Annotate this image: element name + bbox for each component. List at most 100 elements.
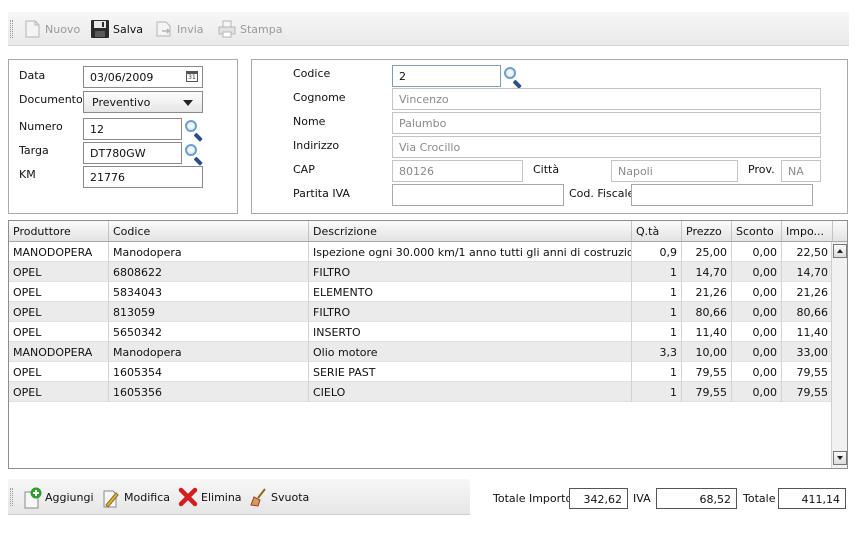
cell-description[interactable]: INSERTO: [309, 322, 632, 342]
grid-vertical-scrollbar[interactable]: [831, 242, 847, 468]
cell-description[interactable]: Ispezione ogni 30.000 km/1 anno tutti gl…: [309, 242, 632, 262]
plate-field[interactable]: DT780GW: [83, 142, 182, 164]
cell-producer[interactable]: MANODOPERA: [9, 342, 109, 362]
table-row[interactable]: OPEL 1605356 CIELO 1 79,55 0,00 79,55: [9, 382, 833, 402]
cell-description[interactable]: SERIE PAST: [309, 362, 632, 382]
cell-amount[interactable]: 22,50: [782, 242, 833, 262]
cell-amount[interactable]: 14,70: [782, 262, 833, 282]
cell-producer[interactable]: OPEL: [9, 282, 109, 302]
cell-price[interactable]: 10,00: [682, 342, 732, 362]
number-search-icon[interactable]: [184, 118, 204, 142]
prov-field[interactable]: NA: [781, 160, 821, 182]
table-row[interactable]: OPEL 6808622 FILTRO 1 14,70 0,00 14,70: [9, 262, 833, 282]
cell-description[interactable]: CIELO: [309, 382, 632, 402]
cell-code[interactable]: Manodopera: [109, 242, 309, 262]
name-field[interactable]: Palumbo: [392, 112, 821, 134]
document-type-select[interactable]: Preventivo: [83, 91, 203, 113]
address-field[interactable]: Via Crocillo: [392, 136, 821, 158]
edit-button[interactable]: Modifica: [101, 486, 170, 508]
cell-amount[interactable]: 79,55: [782, 382, 833, 402]
cell-amount[interactable]: 33,00: [782, 342, 833, 362]
table-row[interactable]: OPEL 5650342 INSERTO 1 11,40 0,00 11,40: [9, 322, 833, 342]
customer-code-field[interactable]: 2: [392, 65, 501, 87]
add-button[interactable]: Aggiungi: [22, 486, 94, 509]
cell-price[interactable]: 79,55: [682, 382, 732, 402]
date-field[interactable]: 03/06/2009 31: [83, 66, 203, 88]
cell-discount[interactable]: 0,00: [732, 282, 782, 302]
cell-price[interactable]: 14,70: [682, 262, 732, 282]
cell-description[interactable]: ELEMENTO: [309, 282, 632, 302]
cell-producer[interactable]: OPEL: [9, 362, 109, 382]
cell-description[interactable]: Olio motore: [309, 342, 632, 362]
column-header-discount[interactable]: Sconto: [732, 221, 782, 241]
cell-quantity[interactable]: 1: [632, 302, 682, 322]
cell-producer[interactable]: OPEL: [9, 302, 109, 322]
cell-price[interactable]: 79,55: [682, 362, 732, 382]
scroll-down-button[interactable]: [833, 451, 847, 465]
cell-producer[interactable]: OPEL: [9, 382, 109, 402]
cell-quantity[interactable]: 0,9: [632, 242, 682, 262]
tax-code-field[interactable]: [631, 184, 813, 206]
cell-discount[interactable]: 0,00: [732, 242, 782, 262]
cell-producer[interactable]: OPEL: [9, 322, 109, 342]
cell-price[interactable]: 25,00: [682, 242, 732, 262]
calendar-icon[interactable]: 31: [186, 71, 198, 82]
column-header-description[interactable]: Descrizione: [309, 221, 632, 241]
delete-button[interactable]: Elimina: [178, 486, 242, 508]
surname-field[interactable]: Vincenzo: [392, 88, 821, 110]
cell-code[interactable]: 5834043: [109, 282, 309, 302]
save-button[interactable]: Salva: [90, 18, 143, 40]
cell-discount[interactable]: 0,00: [732, 382, 782, 402]
actions-toolbar-grip[interactable]: [10, 488, 13, 506]
table-row[interactable]: MANODOPERA Manodopera Ispezione ogni 30.00…: [9, 242, 833, 262]
customer-search-icon[interactable]: [503, 65, 523, 89]
cell-discount[interactable]: 0,00: [732, 362, 782, 382]
cell-discount[interactable]: 0,00: [732, 322, 782, 342]
cell-producer[interactable]: MANODOPERA: [9, 242, 109, 262]
toolbar-grip[interactable]: [10, 20, 13, 38]
cell-code[interactable]: 1605356: [109, 382, 309, 402]
column-header-quantity[interactable]: Q.tà: [632, 221, 682, 241]
city-field[interactable]: Napoli: [611, 160, 738, 182]
cell-code[interactable]: 1605354: [109, 362, 309, 382]
cell-quantity[interactable]: 1: [632, 282, 682, 302]
table-row[interactable]: OPEL 1605354 SERIE PAST 1 79,55 0,00 79,55: [9, 362, 833, 382]
cell-description[interactable]: FILTRO: [309, 262, 632, 282]
cell-code[interactable]: 813059: [109, 302, 309, 322]
cell-amount[interactable]: 11,40: [782, 322, 833, 342]
km-field[interactable]: 21776: [83, 166, 203, 188]
cell-price[interactable]: 11,40: [682, 322, 732, 342]
cell-discount[interactable]: 0,00: [732, 342, 782, 362]
cell-producer[interactable]: OPEL: [9, 262, 109, 282]
cell-code[interactable]: 6808622: [109, 262, 309, 282]
new-button[interactable]: Nuovo: [22, 18, 80, 40]
table-row[interactable]: OPEL 813059 FILTRO 1 80,66 0,00 80,66: [9, 302, 833, 322]
cell-discount[interactable]: 0,00: [732, 262, 782, 282]
clear-button[interactable]: Svuota: [248, 486, 309, 508]
print-button[interactable]: Stampa: [217, 18, 282, 40]
plate-search-icon[interactable]: [184, 142, 204, 166]
cell-quantity[interactable]: 1: [632, 322, 682, 342]
column-header-price[interactable]: Prezzo: [682, 221, 732, 241]
cell-description[interactable]: FILTRO: [309, 302, 632, 322]
send-button[interactable]: Invia: [154, 18, 204, 40]
cell-quantity[interactable]: 1: [632, 262, 682, 282]
cell-amount[interactable]: 79,55: [782, 362, 833, 382]
cell-price[interactable]: 21,26: [682, 282, 732, 302]
cell-quantity[interactable]: 3,3: [632, 342, 682, 362]
cell-quantity[interactable]: 1: [632, 362, 682, 382]
cell-code[interactable]: Manodopera: [109, 342, 309, 362]
cell-quantity[interactable]: 1: [632, 382, 682, 402]
column-header-producer[interactable]: Produttore: [9, 221, 109, 241]
column-header-amount[interactable]: Impo...: [782, 221, 833, 241]
cell-code[interactable]: 5650342: [109, 322, 309, 342]
cell-amount[interactable]: 80,66: [782, 302, 833, 322]
number-field[interactable]: 12: [83, 118, 182, 140]
table-row[interactable]: OPEL 5834043 ELEMENTO 1 21,26 0,00 21,26: [9, 282, 833, 302]
scroll-up-button[interactable]: [833, 244, 847, 258]
cap-field[interactable]: 80126: [392, 160, 523, 182]
vat-number-field[interactable]: [392, 184, 564, 206]
table-row[interactable]: MANODOPERA Manodopera Olio motore 3,3 10,00 0…: [9, 342, 833, 362]
cell-amount[interactable]: 21,26: [782, 282, 833, 302]
column-header-code[interactable]: Codice: [109, 221, 309, 241]
